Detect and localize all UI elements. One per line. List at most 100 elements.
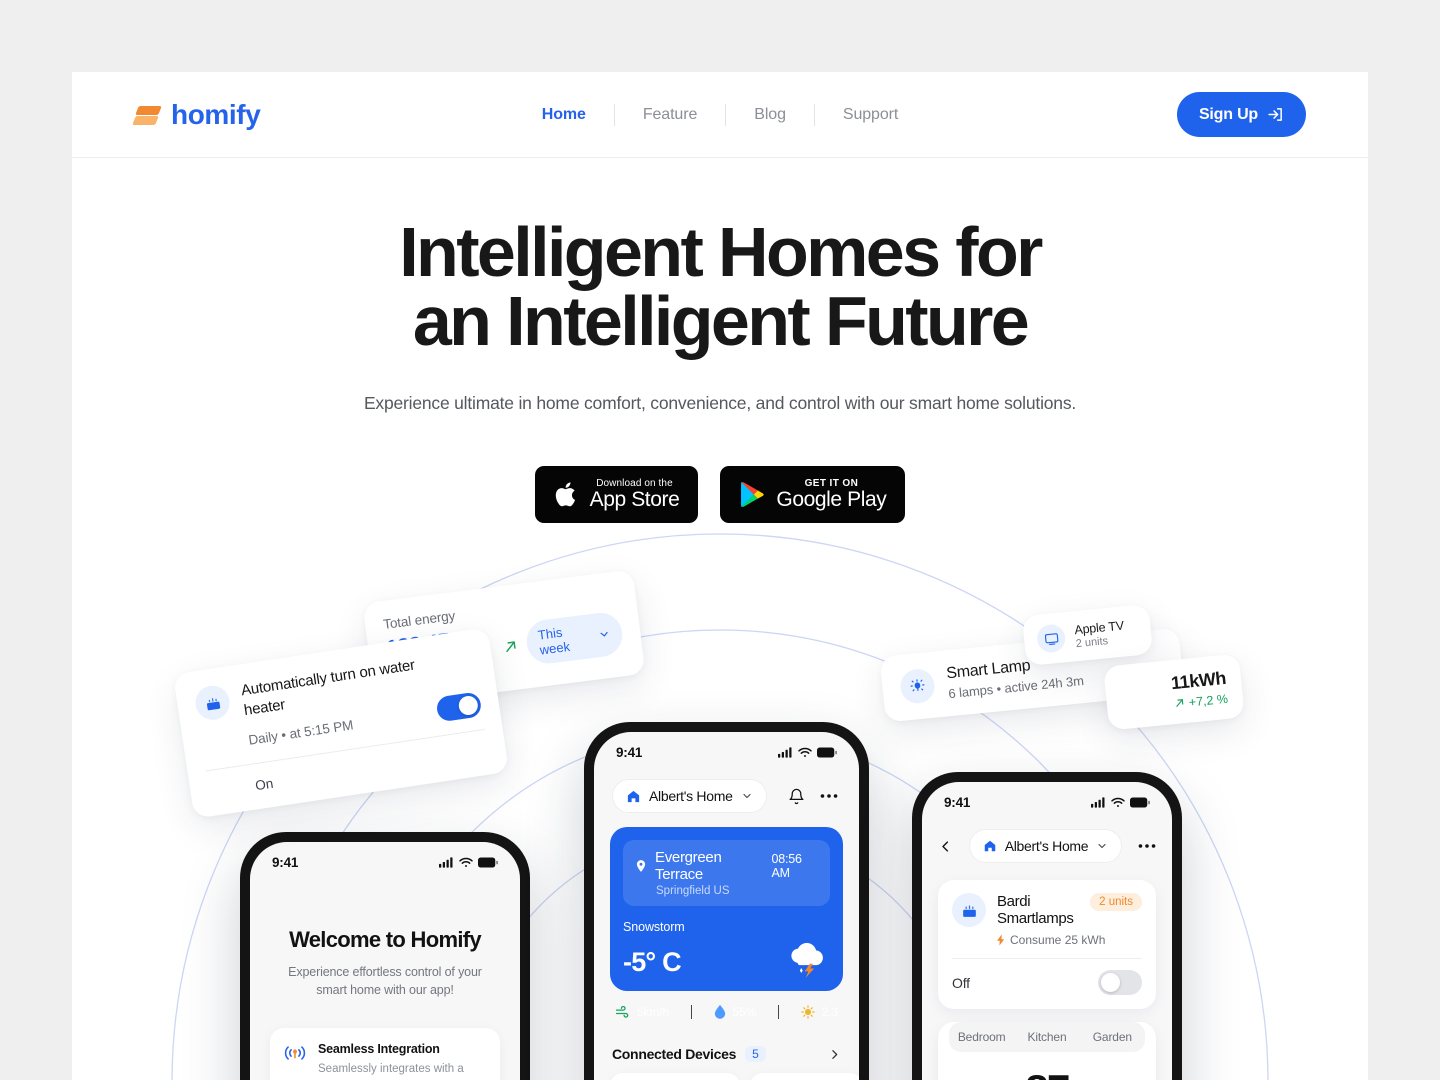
status-icons — [439, 857, 498, 868]
automation-toggle[interactable] — [435, 691, 483, 723]
kwh-stat-card: 11kWh +7,2 % — [1103, 653, 1245, 731]
weather-stat-humidity: 55% — [714, 1005, 757, 1019]
google-play-large-text: Google Play — [776, 488, 887, 512]
status-bar: 9:41 — [250, 842, 520, 875]
home-selector[interactable]: Albert's Home — [968, 829, 1123, 863]
lamp-icon — [898, 667, 937, 705]
home-selector[interactable]: Albert's Home — [612, 779, 767, 813]
arrow-up-right-icon — [502, 638, 519, 655]
divider — [777, 1005, 779, 1019]
welcome-block: Welcome to Homify Experience effortless … — [250, 875, 520, 999]
room-tab-kitchen[interactable]: Kitchen — [1014, 1030, 1079, 1044]
connected-devices-header: Connected Devices 5 — [594, 1032, 859, 1062]
signal-icon — [439, 857, 454, 868]
feature-title: Seamless Integration — [318, 1042, 440, 1057]
tv-icon — [1035, 623, 1067, 654]
device-card[interactable]: Apple TV 2 units — [750, 1073, 859, 1080]
nav-link-support[interactable]: Support — [815, 106, 926, 124]
apple-icon — [554, 480, 579, 509]
weather-card[interactable]: Evergreen Terrace 08:56 AM Springfield U… — [610, 827, 843, 991]
device-detail-card: Bardi Smartlamps 2 units Consume 25 kWh … — [938, 880, 1156, 1009]
device-state-label: Off — [952, 974, 970, 991]
phone-mockup-left: 9:41 Welcome to Homify Experience effort… — [240, 832, 530, 1080]
nav-link-home[interactable]: Home — [514, 106, 614, 124]
humidity-value: 55% — [732, 1005, 757, 1019]
house-icon — [626, 789, 641, 804]
energy-range-label: This week — [536, 624, 571, 658]
phone-left-screen: 9:41 Welcome to Homify Experience effort… — [250, 842, 520, 1080]
connected-devices-list: Smart Lamp 6 lamps Apple TV 2 units — [594, 1062, 859, 1080]
sign-up-button[interactable]: Sign Up — [1176, 92, 1306, 137]
weather-time: 08:56 AM — [771, 852, 802, 880]
water-heater-icon — [952, 893, 986, 927]
room-tab-bedroom[interactable]: Bedroom — [949, 1030, 1014, 1044]
status-bar: 9:41 — [922, 782, 1172, 815]
weather-location: Evergreen Terrace — [655, 849, 722, 883]
sign-up-label: Sign Up — [1198, 105, 1258, 123]
device-power-toggle[interactable] — [1098, 970, 1142, 995]
phone-right-screen: 9:41 Albert's Home Bardi Smartlamps 2 un… — [922, 782, 1172, 1080]
status-time: 9:41 — [272, 855, 299, 870]
device-consumption: Consume 25 kWh — [1010, 933, 1106, 947]
hero-title-line-1: Intelligent Homes for — [399, 213, 1043, 291]
wind-value: 5km/h — [636, 1005, 670, 1019]
hero-subtitle: Experience ultimate in home comfort, con… — [363, 393, 1077, 414]
status-icons — [1091, 797, 1150, 808]
wifi-icon — [459, 857, 473, 868]
signal-icon — [1091, 797, 1106, 808]
feature-card[interactable]: Seamless Integration Seamlessly integrat… — [270, 1028, 500, 1080]
store-badges: Download on the App Store GET IT ON Goog… — [72, 466, 1368, 524]
device-name: Bardi Smartlamps — [997, 893, 1074, 927]
signal-icon — [778, 747, 793, 758]
app-store-button[interactable]: Download on the App Store — [534, 466, 699, 524]
phone-center-screen: 9:41 Albert's Home Evergreen Terrace 08:… — [594, 732, 859, 1080]
google-play-button[interactable]: GET IT ON Google Play — [720, 466, 906, 524]
login-arrow-icon — [1267, 106, 1284, 123]
battery-icon — [1130, 797, 1150, 808]
house-icon — [983, 839, 997, 853]
water-heater-icon — [193, 683, 232, 723]
chevron-down-icon — [741, 790, 753, 802]
google-play-icon — [739, 480, 765, 509]
chevron-down-icon — [598, 628, 611, 641]
chevron-left-icon[interactable] — [938, 839, 953, 854]
energy-range-selector[interactable]: This week — [524, 610, 625, 666]
home-bar-actions — [788, 788, 841, 805]
uv-value: 2,3 — [821, 1005, 839, 1019]
weather-stat-uv: 2,3 — [800, 1005, 839, 1019]
home-bar: Albert's Home — [594, 765, 859, 813]
battery-icon — [478, 857, 498, 868]
more-dots-icon[interactable] — [820, 793, 838, 799]
hero-title-line-2: an Intelligent Future — [412, 281, 1030, 360]
room-tab-garden[interactable]: Garden — [1080, 1030, 1145, 1044]
wifi-icon — [1111, 797, 1125, 808]
arrow-up-right-icon — [1174, 696, 1190, 711]
landing-page: homify Home Feature Blog Support Sign Up… — [72, 72, 1368, 1080]
divider — [690, 1005, 692, 1019]
weather-condition: Snowstorm — [623, 920, 685, 934]
weather-stat-wind: 5km/h — [615, 1005, 669, 1019]
phone-mockup-right: 9:41 Albert's Home Bardi Smartlamps 2 un… — [912, 772, 1182, 1080]
chevron-right-icon[interactable] — [828, 1048, 841, 1061]
humidity-icon — [714, 1005, 726, 1019]
app-store-large-text: App Store — [589, 488, 680, 512]
bell-icon[interactable] — [788, 788, 805, 805]
weather-location-block: Evergreen Terrace 08:56 AM Springfield U… — [623, 840, 830, 906]
nav-link-feature[interactable]: Feature — [615, 106, 725, 124]
device-card[interactable]: Smart Lamp 6 lamps — [610, 1073, 741, 1080]
wind-icon — [615, 1006, 630, 1018]
nav-link-blog[interactable]: Blog — [726, 106, 814, 124]
status-time: 9:41 — [616, 745, 643, 760]
weather-city: Springfield US — [656, 885, 730, 897]
more-dots-icon[interactable] — [1138, 843, 1156, 849]
reading-value: 87 — [938, 1052, 1156, 1080]
automation-schedule: Daily • at 5:15 PM — [247, 716, 355, 748]
feature-desc: Seamlessly integrates with a devices, ma… — [318, 1063, 464, 1076]
device-power-row: Off — [952, 959, 1142, 1005]
wifi-icon — [798, 747, 812, 758]
welcome-title: Welcome to Homify — [289, 927, 482, 952]
room-tabs: Bedroom Kitchen Garden — [949, 1022, 1145, 1052]
navbar: homify Home Feature Blog Support Sign Up — [72, 72, 1368, 158]
battery-icon — [817, 747, 837, 758]
status-bar: 9:41 — [594, 732, 859, 765]
